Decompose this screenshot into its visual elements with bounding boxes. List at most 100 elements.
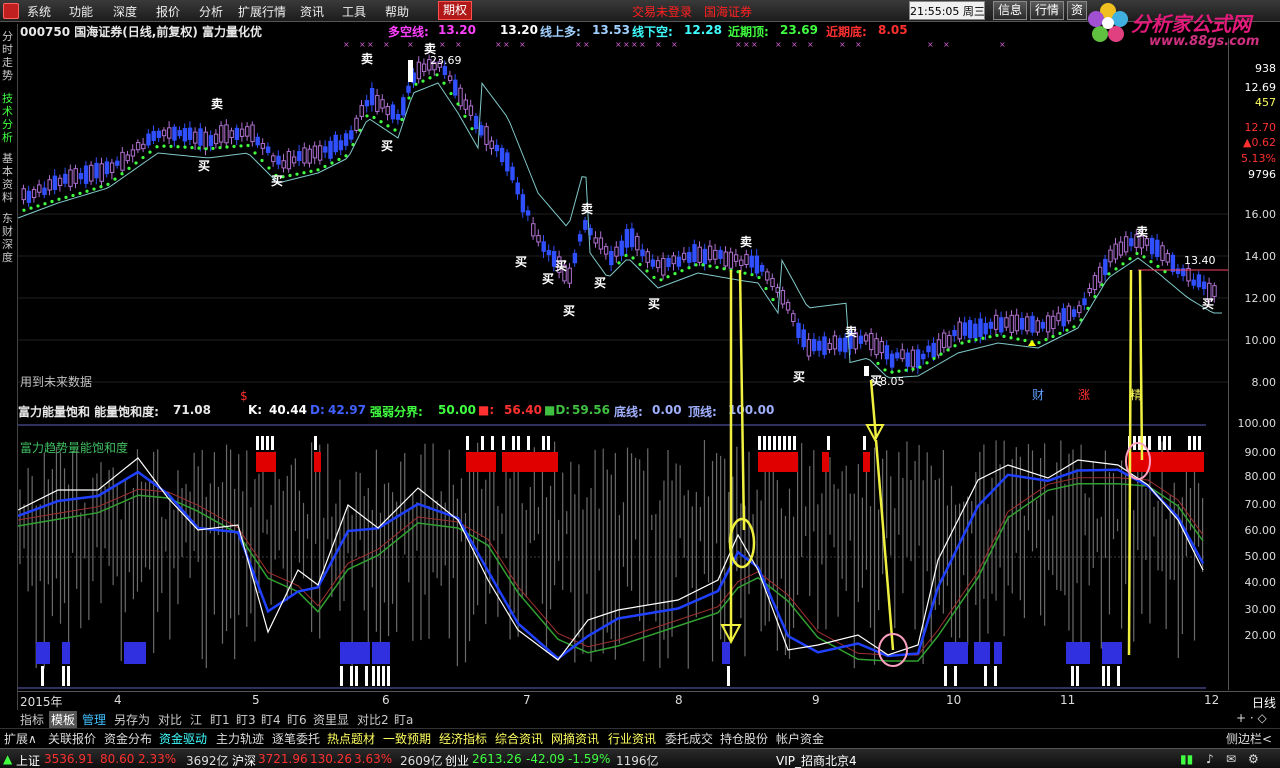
svg-text:×: × [839,40,846,49]
news-button[interactable]: 资 [1067,1,1087,20]
tab-orders[interactable]: 委托成交 [665,730,713,747]
menu-tools[interactable]: 工具 [342,3,366,20]
connection-icon[interactable]: ▮▮ [1180,752,1193,766]
tab-main-track[interactable]: 主力轨迹 [216,730,264,747]
duokong-value: 13.20 [438,23,476,37]
high-price-label: 23.69 [430,54,462,67]
chart-controls[interactable]: + · ◇ [1236,711,1267,725]
cy-pct: -1.59% [568,752,611,766]
hs-change: 130.26 [310,752,352,766]
tab-jiang[interactable]: 江 [190,711,202,728]
svg-text:×: × [359,40,366,49]
axis-price-close: 12.70 [1244,121,1277,134]
tab-compare[interactable]: 对比 [158,711,182,728]
tab-compare2[interactable]: 对比2 [357,711,389,728]
mail-icon[interactable]: ✉ [1226,752,1236,766]
date-jul: 7 [523,693,531,707]
market-button[interactable]: 行情 [1030,1,1064,20]
tab-save-as[interactable]: 另存为 [114,711,150,728]
buy-signal: 买 [594,276,606,290]
tab-order-detail[interactable]: 逐笔委托 [272,730,320,747]
price-lines [17,73,1222,379]
svg-text:×: × [623,40,630,49]
tab-ding4[interactable]: 盯4 [261,711,281,728]
tab-general-news[interactable]: 综合资讯 [495,730,543,747]
menu-function[interactable]: 功能 [69,3,93,20]
price-grid [18,213,1228,383]
tab-fund-distribution[interactable]: 资金分布 [104,730,152,747]
axis-tick-14: 14.00 [1244,250,1277,263]
price-chart[interactable]: 卖卖卖卖卖卖卖买买买买买买买买买买 买买× × × × × × × × × × × × × × × × × × × × ×… [17,38,1228,403]
menu-news[interactable]: 资讯 [300,3,324,20]
menu-help[interactable]: 帮助 [385,3,409,20]
buy-signal: 买 [555,259,567,273]
sidebar-toggle[interactable]: 侧边栏< [1226,730,1272,747]
side-tab-technical[interactable]: 技术分析 [2,92,16,144]
app-logo-icon[interactable] [3,3,19,19]
info-button[interactable]: 信息 [993,1,1027,20]
menu-extended-market[interactable]: 扩展行情 [238,3,286,20]
tab-ding6[interactable]: 盯6 [287,711,307,728]
last-price-label: 13.40 [1184,254,1216,267]
tab-dinga[interactable]: 盯a [394,711,413,728]
sh-label[interactable]: 上证 [16,752,40,768]
menu-system[interactable]: 系统 [27,3,51,20]
svg-text:×: × [775,40,782,49]
options-tab[interactable]: 期权 [438,1,472,20]
cy-amount: 1196亿 [616,754,659,768]
tab-fund-drive[interactable]: 资金驱动 [159,730,207,747]
tab-expand[interactable]: 扩展∧ [4,730,37,747]
date-apr: 4 [114,693,122,707]
tab-volume-show[interactable]: 资里显 [313,711,349,728]
svg-text:×: × [455,40,462,49]
hs-value: 3721.96 [258,752,308,766]
tab-web-news[interactable]: 网摘资讯 [551,730,599,747]
menu-depth[interactable]: 深度 [113,3,137,20]
svg-text:×: × [407,40,414,49]
side-tab-fundamentals[interactable]: 基本资料 [2,152,16,204]
tab-consensus[interactable]: 一致预期 [383,730,431,747]
buy-signal: 买 [793,370,805,384]
tab-ding1[interactable]: 盯1 [210,711,230,728]
function-tabs: 扩展∧ 关联报价 资金分布 资金驱动 主力轨迹 逐笔委托 热点题材 一致预期 经… [0,728,1280,746]
k-value: 40.44 [269,403,307,417]
tab-economic[interactable]: 经济指标 [439,730,487,747]
server-name[interactable]: VIP_招商北京4 [776,752,857,768]
side-tab-timeshare[interactable]: 分时走势 [2,30,16,82]
date-may: 5 [252,693,260,707]
xianxiakong-value: 12.28 [684,23,722,37]
indicator-chart[interactable]: 富力趋势量能饱和度 [18,420,1228,690]
sound-icon[interactable]: ♪ [1206,752,1214,766]
cy-change: -42.09 [526,752,565,766]
tab-hot-topics[interactable]: 热点题材 [327,730,375,747]
jinqidi-value: 8.05 [878,23,908,37]
jinqiding-value: 23.69 [780,23,818,37]
tab-indicator[interactable]: 指标 [20,711,44,728]
hs-label[interactable]: 沪深 [232,752,256,768]
menu-quote[interactable]: 报价 [156,3,180,20]
svg-text:×: × [639,40,646,49]
tab-ding3[interactable]: 盯3 [236,711,256,728]
buy-signal: 买 [563,304,575,318]
sell-signal: 卖 [845,324,857,339]
tab-related-quote[interactable]: 关联报价 [48,730,96,747]
svg-text:×: × [519,40,526,49]
tab-industry-news[interactable]: 行业资讯 [608,730,656,747]
axis-change-pct: 5.13% [1241,152,1276,165]
m1-label: ■: [478,403,495,417]
cy-label[interactable]: 创业 [445,752,469,768]
tab-template[interactable]: 模板 [49,711,78,728]
tab-holdings[interactable]: 持仓股份 [720,730,768,747]
side-tab-eastmoney-depth[interactable]: 东财深度 [2,212,16,264]
ind-tick-100: 100.00 [1237,417,1277,430]
side-tabs: 分时走势 技术分析 基本资料 东财深度 [0,24,18,714]
trade-status[interactable]: 交易未登录 [632,3,692,20]
sell-signal: 卖 [740,234,752,249]
ind-tick-30: 30.00 [1244,603,1277,616]
tab-account-funds[interactable]: 帐户资金 [776,730,824,747]
settings-icon[interactable]: ⚙ [1248,752,1259,766]
clock-time: 21:55:05 [910,5,960,18]
tab-manage[interactable]: 管理 [82,711,106,728]
svg-text:×: × [807,40,814,49]
menu-analysis[interactable]: 分析 [199,3,223,20]
